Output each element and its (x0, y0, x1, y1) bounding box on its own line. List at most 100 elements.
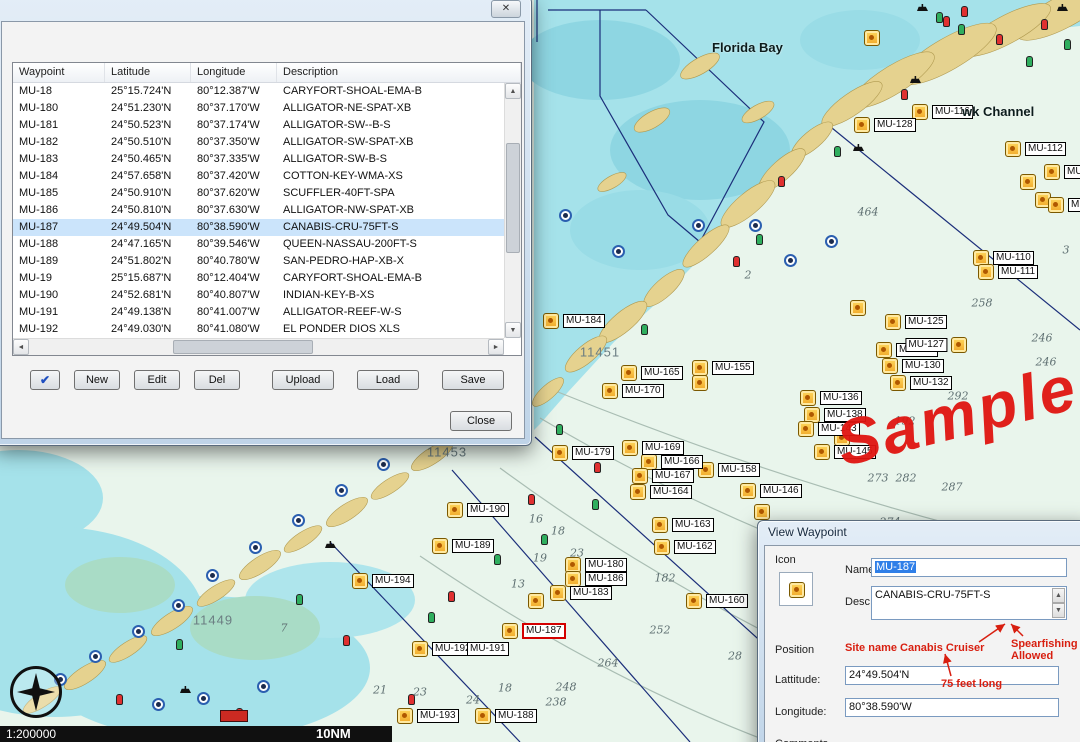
waypoint-marker-icon[interactable] (876, 342, 892, 358)
map-waypoint-label[interactable]: MU-169 (642, 441, 684, 455)
waypoint-marker-icon[interactable] (1044, 164, 1060, 180)
map-waypoint-label[interactable]: MU-167 (652, 469, 694, 483)
map-waypoint-label[interactable]: MU-125 (905, 315, 947, 329)
waypoint-marker-icon[interactable] (850, 300, 866, 316)
waypoint-marker-icon[interactable] (397, 708, 413, 724)
waypoint-marker-icon[interactable] (528, 593, 544, 609)
map-waypoint-label[interactable]: MU-127 (905, 338, 947, 352)
longitude-field[interactable]: 80°38.590'W (845, 698, 1059, 717)
waypoint-marker-icon[interactable] (798, 421, 814, 437)
horizontal-scroll-thumb[interactable] (173, 340, 313, 354)
map-waypoint-label[interactable]: MU-184 (563, 314, 605, 328)
close-icon[interactable]: ✕ (491, 0, 521, 18)
waypoint-row[interactable]: MU-18824°47.165'N80°39.546'WQUEEN-NASSAU… (13, 236, 504, 253)
scroll-up-icon[interactable]: ▲ (505, 83, 521, 99)
save-button[interactable]: Save (442, 370, 504, 390)
map-waypoint-label[interactable]: MU-166 (661, 455, 703, 469)
map-waypoint-label[interactable]: MU-162 (674, 540, 716, 554)
spin-up-icon[interactable]: ▲ (1052, 588, 1065, 603)
map-waypoint-label[interactable]: MU-163 (672, 518, 714, 532)
map-waypoint-label[interactable]: MU-179 (572, 446, 614, 460)
waypoint-row[interactable]: MU-18424°57.658'N80°37.420'WCOTTON-KEY-W… (13, 168, 504, 185)
waypoint-row[interactable]: MU-19024°52.681'N80°40.807'WINDIAN-KEY-B… (13, 287, 504, 304)
map-waypoint-label[interactable]: MU-188 (495, 709, 537, 723)
waypoint-marker-icon[interactable] (754, 504, 770, 520)
map-waypoint-label[interactable]: MU-170 (622, 384, 664, 398)
waypoint-marker-icon[interactable] (475, 708, 491, 724)
waypoint-row[interactable]: MU-18024°51.230'N80°37.170'WALLIGATOR-NE… (13, 100, 504, 117)
map-waypoint-label[interactable]: MU-1 (1064, 165, 1080, 179)
waypoint-marker-icon[interactable] (692, 360, 708, 376)
map-waypoint-label[interactable]: MU-1 (1068, 198, 1080, 212)
map-waypoint-label[interactable]: MU-110 (993, 251, 1034, 265)
waypoint-marker-icon[interactable] (1005, 141, 1021, 157)
waypoint-marker-icon[interactable] (1020, 174, 1036, 190)
map-waypoint-label[interactable]: MU-164 (650, 485, 692, 499)
waypoint-marker-icon[interactable] (814, 444, 830, 460)
map-waypoint-label[interactable]: MU-193 (417, 709, 459, 723)
view-dialog-title[interactable]: View Waypoint (768, 525, 847, 539)
waypoint-marker-icon[interactable] (621, 365, 637, 381)
horizontal-scrollbar[interactable]: ◄ ► (13, 338, 504, 355)
waypoint-icon-button[interactable] (779, 572, 813, 606)
waypoint-marker-icon[interactable] (854, 117, 870, 133)
close-button[interactable]: Close (450, 411, 512, 431)
waypoint-row[interactable]: MU-18524°50.910'N80°37.620'WSCUFFLER-40F… (13, 185, 504, 202)
desc-field[interactable]: CANABIS-CRU-75FT-S ▲ ▼ (871, 586, 1067, 620)
map-waypoint-label[interactable]: MU-194 (372, 574, 414, 588)
map-waypoint-label[interactable]: MU-160 (706, 594, 748, 608)
map-waypoint-label[interactable]: MU-155 (712, 361, 754, 375)
map-waypoint-label[interactable]: MU-112 (1025, 142, 1066, 156)
waypoint-row[interactable]: MU-18124°50.523'N80°37.174'WALLIGATOR-SW… (13, 117, 504, 134)
waypoint-marker-icon[interactable] (543, 313, 559, 329)
column-header-longitude[interactable]: Longitude (191, 63, 277, 82)
load-button[interactable]: Load (357, 370, 419, 390)
waypoint-marker-icon[interactable] (550, 585, 566, 601)
apply-check-button[interactable]: ✔ (30, 370, 60, 390)
edit-button[interactable]: Edit (134, 370, 180, 390)
scroll-right-icon[interactable]: ► (488, 339, 504, 355)
waypoint-marker-icon[interactable] (352, 573, 368, 589)
scroll-left-icon[interactable]: ◄ (13, 339, 29, 355)
vertical-scrollbar[interactable]: ▲ ▼ (504, 83, 521, 338)
del-button[interactable]: Del (194, 370, 240, 390)
waypoint-marker-icon[interactable] (552, 445, 568, 461)
map-waypoint-label[interactable]: MU-146 (760, 484, 802, 498)
map-waypoint-label[interactable]: MU-190 (467, 503, 509, 517)
waypoint-row[interactable]: MU-1925°15.687'N80°12.404'WCARYFORT-SHOA… (13, 270, 504, 287)
waypoint-marker-icon[interactable] (890, 375, 906, 391)
waypoint-marker-icon[interactable] (686, 593, 702, 609)
map-waypoint-label[interactable]: MU-189 (452, 539, 494, 553)
waypoint-marker-icon[interactable] (692, 375, 708, 391)
column-header-waypoint[interactable]: Waypoint (13, 63, 105, 82)
waypoint-marker-icon[interactable] (652, 517, 668, 533)
waypoint-marker-icon[interactable] (432, 538, 448, 554)
column-header-latitude[interactable]: Latitude (105, 63, 191, 82)
new-button[interactable]: New (74, 370, 120, 390)
waypoint-marker-icon[interactable] (882, 358, 898, 374)
upload-button[interactable]: Upload (272, 370, 334, 390)
waypoint-row[interactable]: MU-18724°49.504'N80°38.590'WCANABIS-CRU-… (13, 219, 504, 236)
waypoint-marker-icon[interactable] (412, 641, 428, 657)
waypoint-row[interactable]: MU-18924°51.802'N80°40.780'WSAN-PEDRO-HA… (13, 253, 504, 270)
map-waypoint-label[interactable]: MU-186 (585, 572, 627, 586)
waypoint-marker-icon[interactable] (447, 502, 463, 518)
waypoint-marker-icon[interactable] (630, 484, 646, 500)
waypoint-marker-icon[interactable] (864, 30, 880, 46)
map-waypoint-label[interactable]: MU-165 (641, 366, 683, 380)
waypoint-marker-icon[interactable] (602, 383, 618, 399)
map-waypoint-label[interactable]: MU-183 (570, 586, 612, 600)
waypoint-marker-icon[interactable] (654, 539, 670, 555)
map-waypoint-label[interactable]: MU-187 (522, 623, 566, 639)
column-header-description[interactable]: Description (277, 63, 521, 82)
waypoint-row[interactable]: MU-18224°50.510'N80°37.350'WALLIGATOR-SW… (13, 134, 504, 151)
waypoint-marker-icon[interactable] (740, 483, 756, 499)
map-waypoint-label[interactable]: MU-130 (902, 359, 944, 373)
map-waypoint-label[interactable]: MU-111 (998, 265, 1038, 279)
map-waypoint-label[interactable]: MU-180 (585, 558, 627, 572)
waypoint-row[interactable]: MU-1825°15.724'N80°12.387'WCARYFORT-SHOA… (13, 83, 504, 100)
waypoint-marker-icon[interactable] (632, 468, 648, 484)
waypoint-row[interactable]: MU-19224°49.030'N80°41.080'WEL PONDER DI… (13, 321, 504, 338)
vertical-scroll-thumb[interactable] (506, 143, 520, 253)
waypoint-marker-icon[interactable] (800, 390, 816, 406)
